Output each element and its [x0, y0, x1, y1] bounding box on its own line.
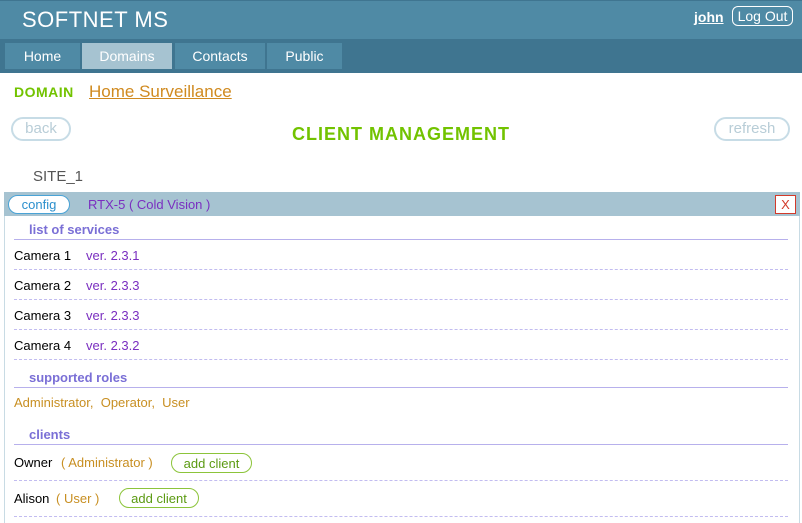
client-role: ( Administrator )	[61, 455, 153, 470]
tab-public[interactable]: Public	[267, 43, 342, 69]
add-client-button[interactable]: add client	[171, 453, 252, 473]
client-role-name: Administrator	[68, 455, 145, 470]
roles-divider	[14, 387, 788, 388]
service-name: Camera 3	[14, 308, 72, 323]
service-version: ver. 2.3.3	[86, 278, 140, 293]
roles-header: supported roles	[29, 370, 128, 385]
tab-home[interactable]: Home	[5, 43, 80, 69]
roles-list: Administrator, Operator, User	[14, 395, 190, 410]
services-header: list of services	[29, 222, 120, 237]
device-model: RTX-5 ( Cold Vision )	[88, 197, 211, 212]
role-item: User	[162, 395, 190, 410]
client-role: ( User )	[56, 491, 100, 506]
service-row: Camera 3 ver. 2.3.3	[14, 300, 788, 330]
config-button[interactable]: config	[8, 195, 70, 214]
service-name: Camera 4	[14, 338, 72, 353]
app-title: SOFTNET MS	[22, 7, 169, 32]
device-model-name: RTX-5	[88, 197, 126, 212]
role-item: Operator	[100, 395, 152, 410]
tab-contacts[interactable]: Contacts	[175, 43, 265, 69]
main-nav: Home Domains Contacts Public	[0, 39, 802, 73]
client-role-name: User	[63, 491, 92, 506]
service-row: Camera 1 ver. 2.3.1	[14, 240, 788, 270]
domain-label: DOMAIN	[14, 84, 74, 100]
service-name: Camera 2	[14, 278, 72, 293]
client-name: Alison	[14, 491, 50, 506]
service-version: ver. 2.3.3	[86, 308, 140, 323]
user-link[interactable]: john	[694, 9, 724, 25]
close-device-button[interactable]: X	[775, 195, 796, 214]
device-vendor-link[interactable]: Cold Vision	[137, 197, 203, 212]
service-version: ver. 2.3.2	[86, 338, 140, 353]
role-item: Administrator	[14, 395, 90, 410]
site-name: SITE_1	[33, 168, 84, 185]
domain-name-link[interactable]: Home Surveillance	[89, 82, 232, 102]
add-client-button[interactable]: add client	[119, 488, 199, 508]
service-row: Camera 4 ver. 2.3.2	[14, 330, 788, 360]
clients-header: clients	[29, 427, 71, 442]
top-bar: SOFTNET MS john Log Out	[0, 0, 802, 39]
refresh-button[interactable]: refresh	[714, 117, 790, 141]
service-row: Camera 2 ver. 2.3.3	[14, 270, 788, 300]
service-version: ver. 2.3.1	[86, 248, 140, 263]
service-name: Camera 1	[14, 248, 72, 263]
client-name: Owner	[14, 455, 53, 470]
tab-domains[interactable]: Domains	[82, 43, 172, 69]
page-title: CLIENT MANAGEMENT	[292, 124, 510, 144]
logout-button[interactable]: Log Out	[732, 6, 793, 26]
